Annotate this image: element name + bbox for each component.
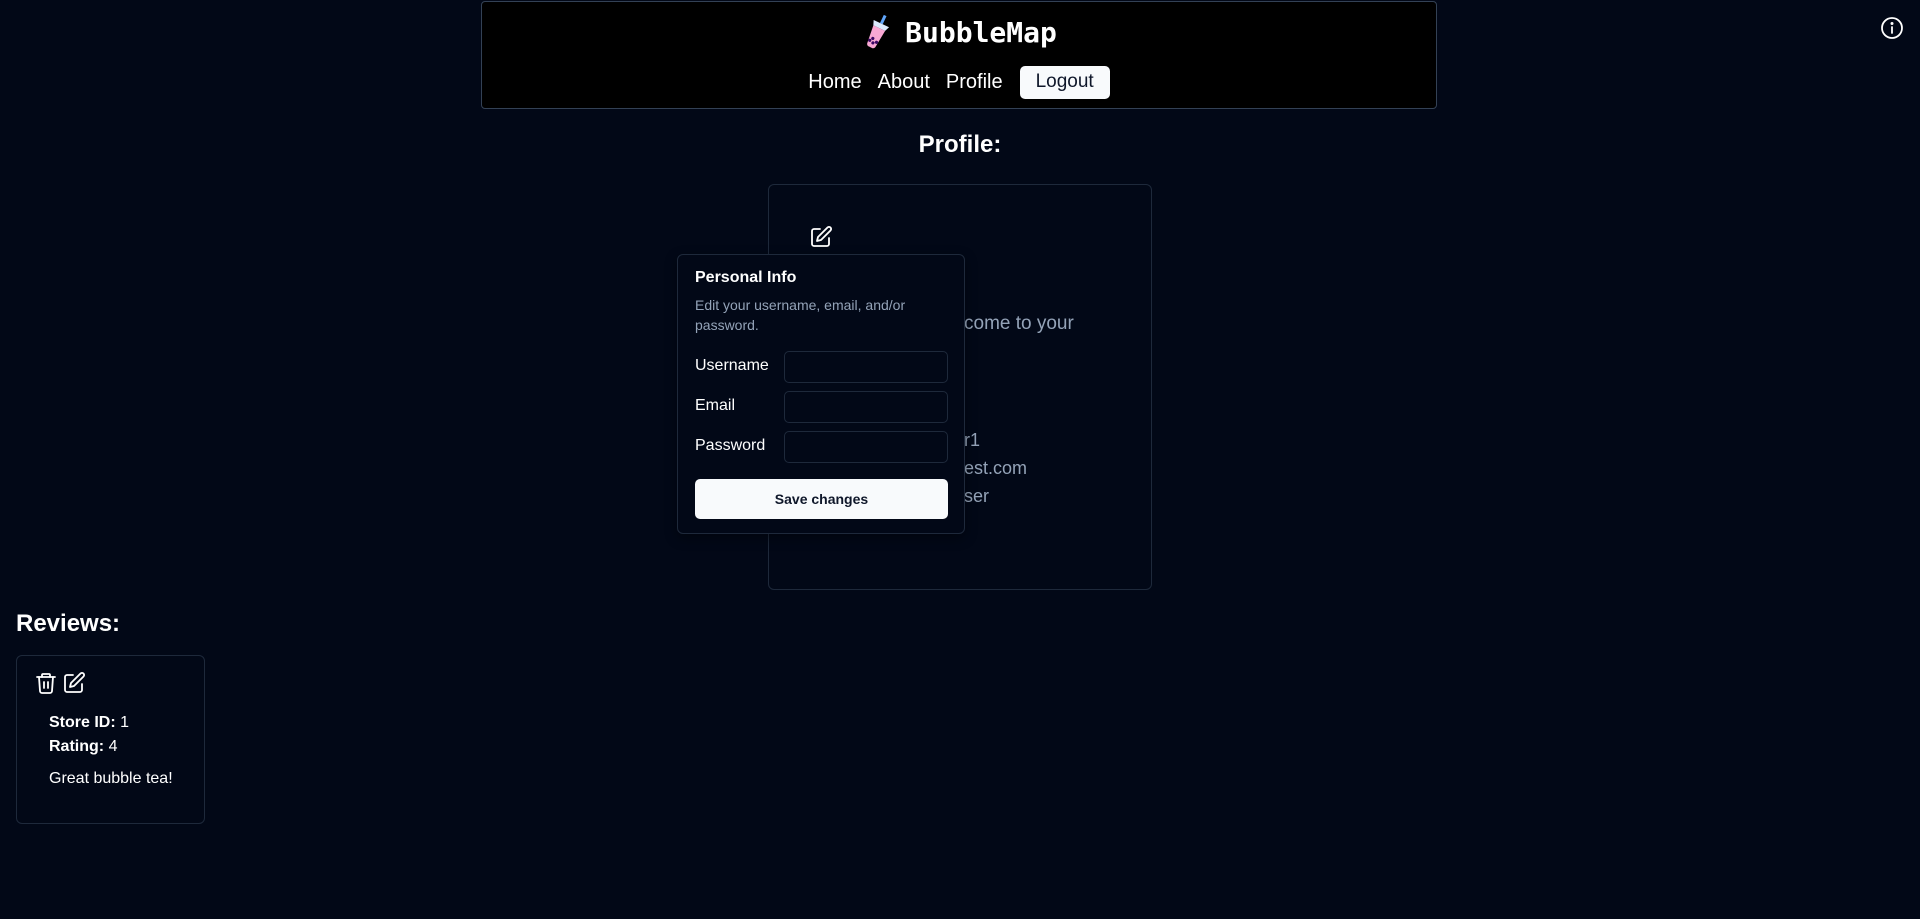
edit-review-icon[interactable] xyxy=(62,671,86,695)
review-card: Store ID: 1 Rating: 4 Great bubble tea! xyxy=(16,655,205,824)
email-label: Email xyxy=(695,397,736,414)
review-rating: Rating: 4 xyxy=(49,738,117,756)
password-label: Password xyxy=(695,437,766,454)
review-store-id: Store ID: 1 xyxy=(49,714,129,732)
save-changes-button[interactable]: Save changes xyxy=(695,479,948,519)
logout-button[interactable]: Logout xyxy=(1019,66,1110,99)
main-nav: Home About Profile Logout xyxy=(482,66,1436,99)
username-label: Username xyxy=(695,357,769,374)
nav-home[interactable]: Home xyxy=(808,71,861,94)
profile-role: ser xyxy=(964,486,990,506)
welcome-text: come to your xyxy=(964,313,1074,334)
edit-profile-icon[interactable] xyxy=(809,225,833,249)
profile-username: r1 xyxy=(964,430,981,450)
nav-profile[interactable]: Profile xyxy=(946,71,1003,94)
review-text: Great bubble tea! xyxy=(49,770,173,787)
page-title: Profile: xyxy=(918,131,1002,158)
username-field[interactable] xyxy=(784,351,948,383)
reviews-heading: Reviews: xyxy=(16,610,121,637)
rating-label: Rating: xyxy=(49,738,105,755)
personal-info-popover: Personal Info Edit your username, email,… xyxy=(677,254,965,534)
brand-title: BubbleMap xyxy=(905,15,1057,49)
store-id-label: Store ID: xyxy=(49,714,116,731)
password-field[interactable] xyxy=(784,431,948,463)
info-icon[interactable] xyxy=(1880,16,1904,40)
trash-icon[interactable] xyxy=(34,671,58,695)
site-header: BubbleMap Home About Profile Logout xyxy=(481,1,1437,109)
profile-email: est.com xyxy=(964,458,1028,478)
email-field[interactable] xyxy=(784,391,948,423)
brand[interactable]: BubbleMap xyxy=(482,14,1436,50)
popover-title: Personal Info xyxy=(695,269,797,286)
bubble-tea-icon xyxy=(867,14,890,49)
store-id-value: 1 xyxy=(120,714,130,731)
nav-about[interactable]: About xyxy=(878,71,930,94)
rating-value: 4 xyxy=(108,738,118,755)
popover-description: Edit your username, email, and/or passwo… xyxy=(695,297,906,333)
